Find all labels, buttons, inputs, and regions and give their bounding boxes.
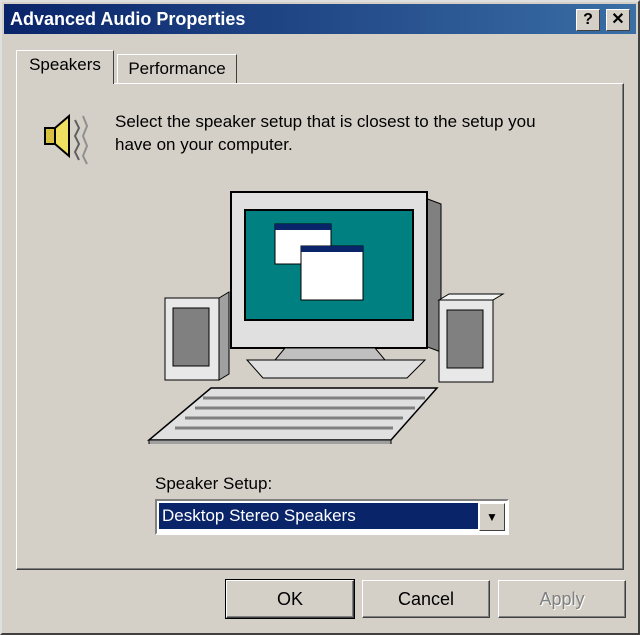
cancel-button[interactable]: Cancel — [362, 580, 490, 618]
title-bar[interactable]: Advanced Audio Properties ? ✕ — [4, 4, 636, 34]
speaker-icon — [44, 113, 89, 165]
computer-speakers-illustration — [146, 191, 505, 444]
speaker-setup-value[interactable]: Desktop Stereo Speakers — [159, 503, 478, 529]
window-title: Advanced Audio Properties — [10, 9, 246, 29]
speakers-tab-panel: Select the speaker setup that is closest… — [16, 83, 624, 570]
close-button[interactable]: ✕ — [606, 9, 630, 31]
apply-button[interactable]: Apply — [498, 580, 626, 618]
speaker-setup-dropdown[interactable]: Desktop Stereo Speakers ▼ — [155, 499, 509, 535]
speaker-description: Select the speaker setup that is closest… — [115, 112, 536, 154]
audio-properties-window: Advanced Audio Properties ? ✕ Speakers P… — [0, 0, 640, 635]
ok-button[interactable]: OK — [225, 579, 355, 619]
help-button[interactable]: ? — [576, 9, 600, 31]
speaker-setup-label: Speaker Setup: — [155, 474, 273, 493]
tab-performance[interactable]: Performance — [117, 54, 237, 83]
tab-speakers[interactable]: Speakers — [16, 50, 114, 84]
dropdown-arrow-icon[interactable]: ▼ — [479, 503, 505, 531]
